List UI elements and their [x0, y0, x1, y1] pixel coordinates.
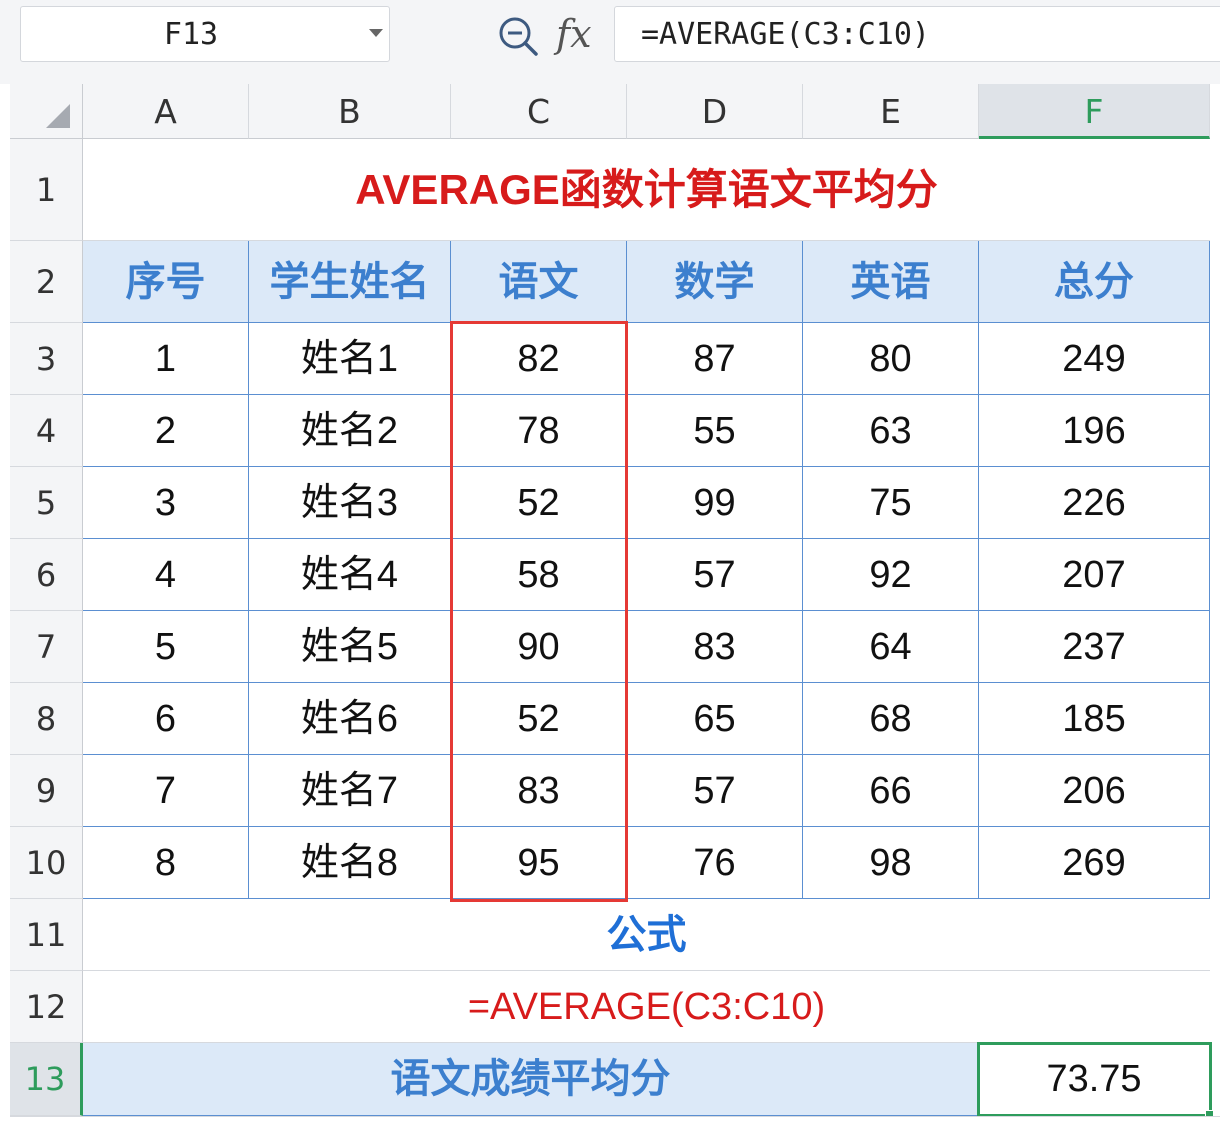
cell-chinese[interactable]: 78 [451, 395, 627, 467]
cell-math[interactable]: 99 [627, 467, 803, 539]
cell-index[interactable]: 1 [83, 323, 249, 395]
cell-total[interactable]: 269 [979, 827, 1210, 899]
cell-student-name[interactable]: 姓名1 [249, 323, 451, 395]
row-header-11[interactable]: 11 [10, 899, 83, 971]
column-header-d[interactable]: D [627, 84, 803, 139]
header-cell-english[interactable]: 英语 [803, 241, 979, 323]
cell-index[interactable]: 2 [83, 395, 249, 467]
column-header-c[interactable]: C [451, 84, 627, 139]
cell-index[interactable]: 6 [83, 683, 249, 755]
cell-total[interactable]: 207 [979, 539, 1210, 611]
cell-student-name[interactable]: 姓名2 [249, 395, 451, 467]
cell-total[interactable]: 185 [979, 683, 1210, 755]
sheet-title-cell[interactable]: AVERAGE函数计算语文平均分 [83, 139, 1210, 241]
cell-math[interactable]: 57 [627, 539, 803, 611]
cell-chinese[interactable]: 95 [451, 827, 627, 899]
cell-total[interactable]: 196 [979, 395, 1210, 467]
cell-total[interactable]: 206 [979, 755, 1210, 827]
cell-chinese[interactable]: 58 [451, 539, 627, 611]
cell-student-name[interactable]: 姓名4 [249, 539, 451, 611]
cell-english[interactable]: 66 [803, 755, 979, 827]
cell-english[interactable]: 64 [803, 611, 979, 683]
cell-math[interactable]: 55 [627, 395, 803, 467]
row-header-1[interactable]: 1 [10, 139, 83, 241]
cell-english[interactable]: 75 [803, 467, 979, 539]
formula-input[interactable]: =AVERAGE(C3:C10) [614, 6, 1220, 62]
column-header-a[interactable]: A [83, 84, 249, 139]
cell-total[interactable]: 249 [979, 323, 1210, 395]
row-header-10[interactable]: 10 [10, 827, 83, 899]
cell-english[interactable]: 80 [803, 323, 979, 395]
select-all-button[interactable] [10, 84, 83, 139]
row-header-8[interactable]: 8 [10, 683, 83, 755]
fx-icon[interactable]: fx [556, 6, 592, 62]
column-header-e[interactable]: E [803, 84, 979, 139]
cell-index[interactable]: 3 [83, 467, 249, 539]
cell-student-name[interactable]: 姓名6 [249, 683, 451, 755]
name-box-value: F13 [163, 17, 219, 52]
row-header-2[interactable]: 2 [10, 241, 83, 323]
cell-math[interactable]: 76 [627, 827, 803, 899]
header-cell-math[interactable]: 数学 [627, 241, 803, 323]
cell-student-name[interactable]: 姓名5 [249, 611, 451, 683]
cell-index[interactable]: 5 [83, 611, 249, 683]
header-cell-total[interactable]: 总分 [979, 241, 1210, 323]
cell-student-name[interactable]: 姓名3 [249, 467, 451, 539]
formula-example-cell[interactable]: =AVERAGE(C3:C10) [83, 971, 1210, 1043]
formula-bar: F13 fx =AVERAGE(C3:C10) [0, 0, 1220, 84]
cell-math[interactable]: 87 [627, 323, 803, 395]
cell-index[interactable]: 8 [83, 827, 249, 899]
name-box[interactable]: F13 [20, 6, 390, 62]
row-header-4[interactable]: 4 [10, 395, 83, 467]
cell-math[interactable]: 65 [627, 683, 803, 755]
cell-english[interactable]: 63 [803, 395, 979, 467]
row-header-6[interactable]: 6 [10, 539, 83, 611]
column-header-b[interactable]: B [249, 84, 451, 139]
header-cell-student-name[interactable]: 学生姓名 [249, 241, 451, 323]
header-cell-chinese[interactable]: 语文 [451, 241, 627, 323]
row-header-5[interactable]: 5 [10, 467, 83, 539]
cell-chinese[interactable]: 90 [451, 611, 627, 683]
cell-chinese[interactable]: 52 [451, 683, 627, 755]
cell-chinese[interactable]: 83 [451, 755, 627, 827]
cell-math[interactable]: 57 [627, 755, 803, 827]
header-cell-index[interactable]: 序号 [83, 241, 249, 323]
select-all-icon [46, 104, 70, 128]
cell-index[interactable]: 7 [83, 755, 249, 827]
formula-text: =AVERAGE(C3:C10) [641, 17, 930, 52]
cell-total[interactable]: 226 [979, 467, 1210, 539]
cell-english[interactable]: 98 [803, 827, 979, 899]
cell-english[interactable]: 68 [803, 683, 979, 755]
zoom-search-icon[interactable] [496, 14, 540, 58]
row-header-12[interactable]: 12 [10, 971, 83, 1043]
cell-index[interactable]: 4 [83, 539, 249, 611]
row-header-13[interactable]: 13 [10, 1043, 83, 1116]
cell-total[interactable]: 237 [979, 611, 1210, 683]
row-header-7[interactable]: 7 [10, 611, 83, 683]
cell-math[interactable]: 83 [627, 611, 803, 683]
column-header-f[interactable]: F [979, 84, 1210, 139]
average-value-cell[interactable]: 73.75 [979, 1043, 1210, 1116]
cell-student-name[interactable]: 姓名8 [249, 827, 451, 899]
cell-english[interactable]: 92 [803, 539, 979, 611]
partial-row-14 [10, 1116, 1220, 1130]
row-header-9[interactable]: 9 [10, 755, 83, 827]
cell-student-name[interactable]: 姓名7 [249, 755, 451, 827]
dropdown-arrow-icon[interactable] [369, 29, 383, 37]
row-header-3[interactable]: 3 [10, 323, 83, 395]
cell-chinese[interactable]: 52 [451, 467, 627, 539]
cell-chinese[interactable]: 82 [451, 323, 627, 395]
average-label-cell[interactable]: 语文成绩平均分 [83, 1043, 979, 1116]
formula-title-cell[interactable]: 公式 [83, 899, 1210, 971]
